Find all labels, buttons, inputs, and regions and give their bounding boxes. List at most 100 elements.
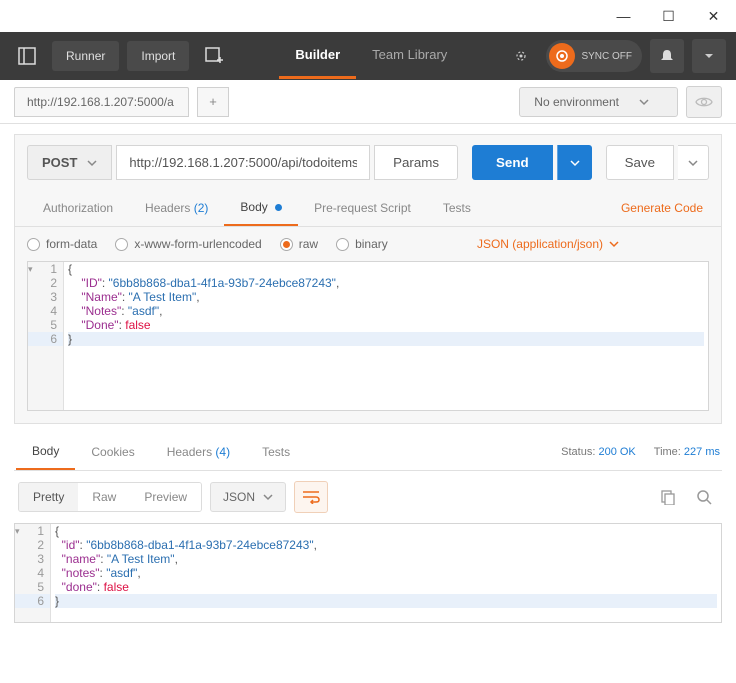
line-number: 1 bbox=[28, 262, 63, 276]
code-string: "asdf" bbox=[106, 566, 137, 580]
line-number: 6 bbox=[28, 332, 63, 346]
eye-icon bbox=[695, 96, 713, 108]
tab-tests[interactable]: Tests bbox=[427, 191, 487, 225]
save-dropdown[interactable] bbox=[678, 145, 709, 180]
line-number: 2 bbox=[28, 276, 63, 290]
code-key: "Notes" bbox=[81, 304, 121, 318]
line-number: 3 bbox=[15, 552, 50, 566]
search-icon bbox=[696, 489, 712, 505]
main-toolbar: Runner Import Builder Team Library SYNC … bbox=[0, 32, 736, 80]
code-key: "notes" bbox=[62, 566, 100, 580]
sync-toggle[interactable]: SYNC OFF bbox=[546, 40, 642, 72]
notifications-icon[interactable] bbox=[650, 39, 684, 73]
response-panel: Body Cookies Headers (4) Tests Status: 2… bbox=[14, 434, 722, 623]
code-string: "asdf" bbox=[128, 304, 159, 318]
response-body-editor[interactable]: 1 2 3 4 5 6 { "id": "6bb8b868-dba1-4f1a-… bbox=[14, 523, 722, 623]
copy-response-button[interactable] bbox=[654, 483, 682, 511]
code-key: "id" bbox=[62, 538, 80, 552]
time-label: Time: bbox=[654, 446, 681, 458]
view-pretty[interactable]: Pretty bbox=[19, 483, 78, 511]
resp-tab-tests[interactable]: Tests bbox=[246, 435, 306, 469]
response-tabs: Body Cookies Headers (4) Tests Status: 2… bbox=[14, 434, 722, 471]
resp-tab-headers[interactable]: Headers (4) bbox=[151, 435, 246, 469]
minimize-button[interactable]: — bbox=[601, 0, 646, 32]
code-brace: { bbox=[68, 262, 72, 276]
line-number: 5 bbox=[28, 318, 63, 332]
code-brace: { bbox=[55, 524, 59, 538]
line-number: 1 bbox=[15, 524, 50, 538]
tab-builder[interactable]: Builder bbox=[279, 33, 356, 79]
body-type-row: form-data x-www-form-urlencoded raw bina… bbox=[15, 227, 721, 261]
close-window-button[interactable]: ✕ bbox=[691, 0, 736, 32]
radio-raw-label: raw bbox=[299, 237, 318, 251]
method-dropdown[interactable]: POST bbox=[27, 145, 112, 180]
toolbar-tabs: Builder Team Library bbox=[279, 33, 463, 79]
code-string: "6bb8b868-dba1-4f1a-93b7-24ebce87243" bbox=[109, 276, 336, 290]
radio-binary-label: binary bbox=[355, 237, 388, 251]
radio-binary[interactable]: binary bbox=[336, 237, 388, 251]
request-tab[interactable]: http://192.168.1.207:5000/a bbox=[14, 87, 189, 117]
format-label: JSON bbox=[223, 490, 255, 504]
tab-team-library[interactable]: Team Library bbox=[356, 33, 463, 79]
search-response-button[interactable] bbox=[690, 483, 718, 511]
view-raw[interactable]: Raw bbox=[78, 483, 130, 511]
tab-body-label: Body bbox=[240, 200, 267, 214]
radio-form-data-label: form-data bbox=[46, 237, 97, 251]
params-button[interactable]: Params bbox=[374, 145, 458, 180]
chevron-down-icon bbox=[263, 492, 273, 502]
code-string: "A Test Item" bbox=[107, 552, 175, 566]
status-label: Status: bbox=[561, 446, 595, 458]
tab-headers[interactable]: Headers (2) bbox=[129, 191, 224, 225]
editor-body[interactable]: { "id": "6bb8b868-dba1-4f1a-93b7-24ebce8… bbox=[51, 524, 721, 622]
tab-prerequest[interactable]: Pre-request Script bbox=[298, 191, 427, 225]
view-preview[interactable]: Preview bbox=[130, 483, 201, 511]
environment-select[interactable]: No environment bbox=[519, 87, 678, 117]
resp-tab-body[interactable]: Body bbox=[16, 434, 75, 470]
save-button[interactable]: Save bbox=[606, 145, 674, 180]
code-bool: false bbox=[104, 580, 129, 594]
runner-button[interactable]: Runner bbox=[52, 41, 119, 71]
line-number: 6 bbox=[15, 594, 50, 608]
content-type-dropdown[interactable]: JSON (application/json) bbox=[477, 237, 619, 251]
add-tab-button[interactable]: + bbox=[197, 87, 229, 117]
send-dropdown[interactable] bbox=[557, 145, 592, 180]
request-body-editor[interactable]: 1 2 3 4 5 6 { "ID": "6bb8b868-dba1-4f1a-… bbox=[27, 261, 709, 411]
method-label: POST bbox=[42, 155, 77, 170]
user-menu-icon[interactable] bbox=[692, 39, 726, 73]
generate-code-link[interactable]: Generate Code bbox=[615, 191, 709, 225]
code-brace: } bbox=[55, 594, 59, 608]
resp-tab-cookies[interactable]: Cookies bbox=[75, 435, 150, 469]
code-key: "ID" bbox=[81, 276, 102, 290]
maximize-button[interactable]: ☐ bbox=[646, 0, 691, 32]
environment-quicklook-button[interactable] bbox=[686, 86, 722, 118]
tab-headers-label: Headers bbox=[145, 201, 190, 215]
radio-xwww[interactable]: x-www-form-urlencoded bbox=[115, 237, 261, 251]
tab-authorization[interactable]: Authorization bbox=[27, 191, 129, 225]
code-key: "done" bbox=[62, 580, 97, 594]
wrap-icon bbox=[302, 490, 320, 504]
line-number: 2 bbox=[15, 538, 50, 552]
format-dropdown[interactable]: JSON bbox=[210, 482, 286, 512]
interceptor-icon[interactable] bbox=[504, 39, 538, 73]
chevron-down-icon bbox=[609, 239, 619, 249]
line-number: 3 bbox=[28, 290, 63, 304]
code-brace: } bbox=[68, 332, 72, 346]
body-dirty-indicator bbox=[275, 204, 282, 211]
url-input[interactable] bbox=[116, 145, 370, 180]
code-bool: false bbox=[125, 318, 150, 332]
code-string: "A Test Item" bbox=[129, 290, 197, 304]
radio-raw[interactable]: raw bbox=[280, 237, 318, 251]
tab-body[interactable]: Body bbox=[224, 190, 298, 226]
environment-label: No environment bbox=[534, 95, 619, 109]
send-button[interactable]: Send bbox=[472, 145, 553, 180]
code-key: "name" bbox=[62, 552, 101, 566]
resp-tab-headers-label: Headers bbox=[167, 445, 212, 459]
radio-form-data[interactable]: form-data bbox=[27, 237, 97, 251]
sync-label: SYNC OFF bbox=[581, 51, 632, 62]
sidebar-toggle-icon[interactable] bbox=[10, 39, 44, 73]
new-tab-icon[interactable] bbox=[197, 39, 231, 73]
editor-body[interactable]: { "ID": "6bb8b868-dba1-4f1a-93b7-24ebce8… bbox=[64, 262, 708, 410]
wrap-toggle-button[interactable] bbox=[294, 481, 328, 513]
headers-count: (2) bbox=[194, 201, 209, 215]
import-button[interactable]: Import bbox=[127, 41, 189, 71]
